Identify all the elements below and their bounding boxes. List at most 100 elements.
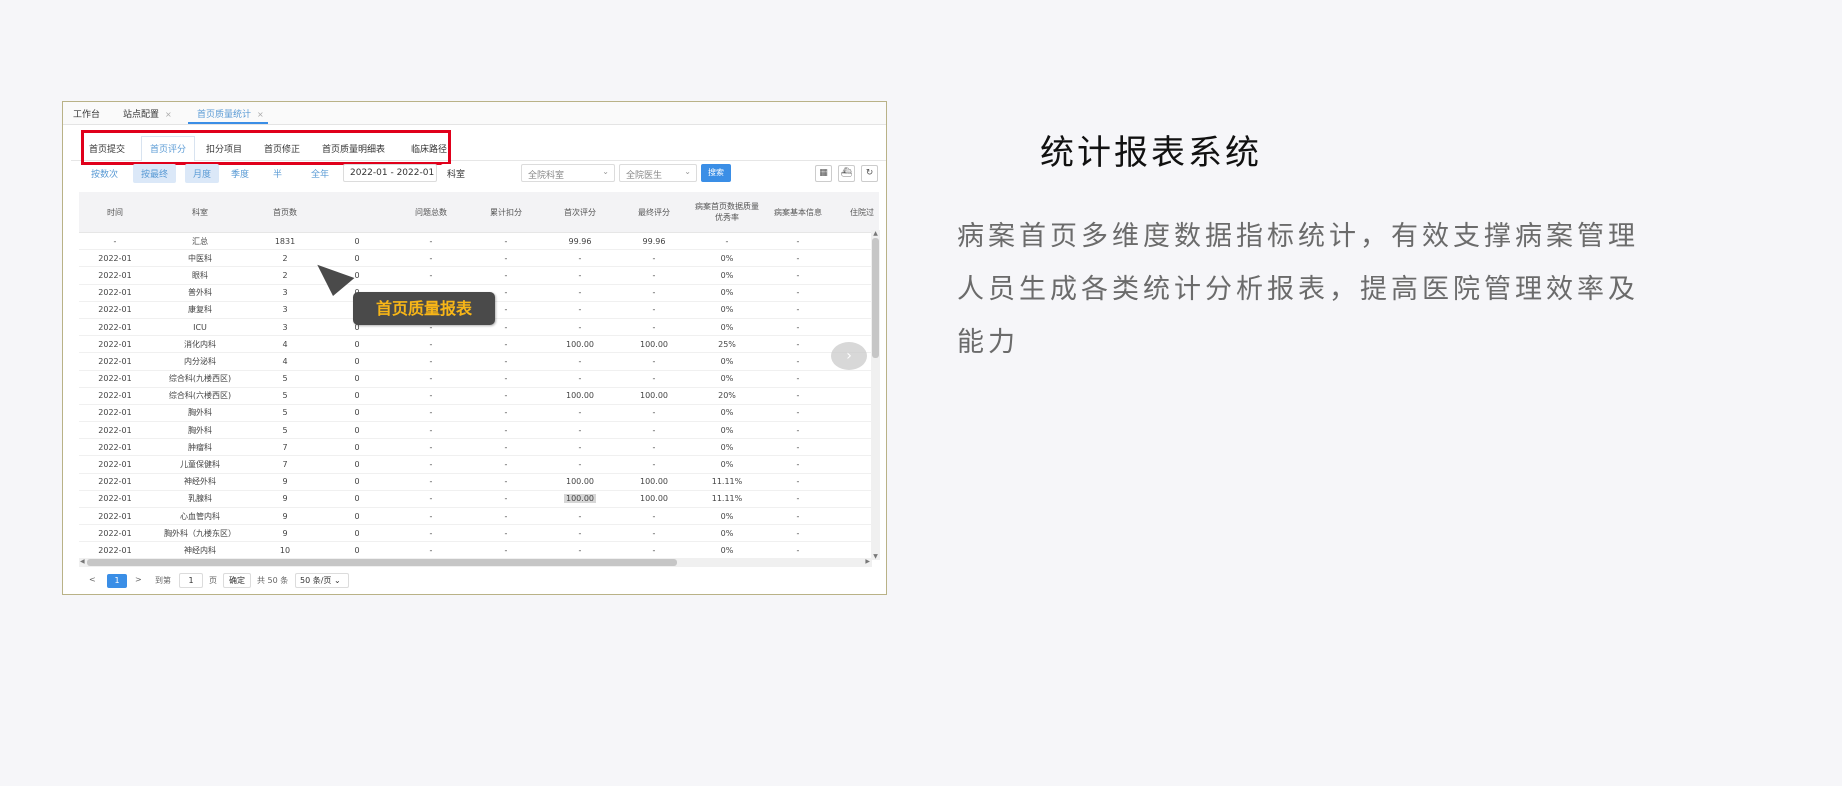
table-cell: - — [469, 541, 543, 560]
col-dept[interactable]: 科室 — [151, 192, 249, 233]
table-cell: 100.00 — [543, 335, 617, 354]
table-cell: 9 — [249, 473, 321, 491]
tab-site-config[interactable]: 站点配置 × — [123, 107, 172, 120]
tab-site-config-label: 站点配置 — [123, 110, 160, 120]
dept-select[interactable]: 全院科室 ⌄ — [521, 164, 615, 182]
table-row[interactable]: 2022-01 中医科 2 0- - - -0% - — [79, 249, 879, 268]
table-cell: 0% — [691, 524, 763, 543]
col-quality-rate[interactable]: 病案首页数据质量优秀率 — [691, 192, 763, 233]
table-cell: 0 — [321, 541, 393, 560]
col-basic-info[interactable]: 病案基本信息 — [763, 192, 833, 233]
filter-full-year[interactable]: 全年 — [311, 167, 329, 180]
table-row[interactable]: 2022-01 胸外科 5 0- - - -0% - — [79, 404, 879, 423]
col-page-count[interactable]: 首页数 — [249, 192, 321, 233]
scroll-up-icon[interactable]: ▲ — [871, 230, 880, 237]
doctor-select[interactable]: 全院医生 ⌄ — [619, 164, 697, 182]
scroll-right-icon[interactable]: ▶ — [865, 558, 870, 565]
table-cell: - — [617, 438, 691, 457]
table-row[interactable]: 2022-01 神经外科 9 0- -100.00 100.00 11.11% - — [79, 473, 879, 491]
export-icon[interactable]: ⛴ — [838, 165, 855, 182]
scroll-down-icon[interactable]: ▼ — [871, 553, 880, 560]
table-row[interactable]: 2022-01 神经内科 10 0- - - -0% - — [79, 541, 879, 560]
filter-half-year[interactable]: 半 — [273, 167, 282, 180]
filter-quarter[interactable]: 季度 — [231, 167, 249, 180]
active-tab-underline — [188, 122, 268, 124]
total-count: 共 50 条 — [257, 576, 289, 585]
table-cell: 5 — [249, 404, 321, 423]
filter-by-count[interactable]: 按数次 — [91, 167, 118, 180]
table-cell: - — [469, 455, 543, 474]
horizontal-scrollbar[interactable]: ◀ ▶ — [79, 558, 872, 567]
table-row[interactable]: 2022-01 综合科(九楼西区) 5 0- - - -0% - — [79, 370, 879, 388]
close-icon[interactable]: × — [257, 110, 264, 119]
col-time[interactable]: 时间 — [79, 192, 151, 233]
dept-label: 科室 — [447, 170, 466, 180]
table-cell: 2022-01 — [79, 524, 151, 543]
col-issue-count[interactable]: 问题总数 — [393, 192, 469, 233]
col-final-score[interactable]: 最终评分 — [617, 192, 691, 233]
table-cell: 10 — [249, 541, 321, 560]
scroll-left-icon[interactable]: ◀ — [80, 558, 85, 565]
table-cell: 0% — [691, 284, 763, 302]
scrollbar-thumb[interactable] — [872, 238, 879, 358]
table-cell: - — [469, 404, 543, 423]
table-cell: - — [617, 266, 691, 285]
table-cell: 3 — [249, 301, 321, 319]
table-cell: - — [469, 507, 543, 526]
table-row[interactable]: 2022-01 肿瘤科 7 0- - - -0% - — [79, 438, 879, 457]
filter-month[interactable]: 月度 — [185, 164, 220, 183]
search-button[interactable]: 搜索 — [701, 164, 731, 182]
confirm-button[interactable]: 确定 — [223, 573, 251, 588]
table-row[interactable]: 2022-01 乳腺科 9 0- -100.00 100.00 11.11% - — [79, 490, 879, 509]
table-row[interactable]: 2022-01 儿童保健科 7 0- - - -0% - — [79, 455, 879, 474]
page-1-button[interactable]: 1 — [107, 574, 127, 588]
table-cell: 2022-01 — [79, 370, 151, 388]
table-cell: 0% — [691, 507, 763, 526]
table-cell: - — [763, 232, 833, 251]
scrollbar-thumb[interactable] — [87, 559, 677, 566]
tab-workbench[interactable]: 工作台 — [73, 107, 100, 120]
table-row[interactable]: 2022-01 综合科(六楼西区) 5 0- -100.00 100.00 20% - — [79, 387, 879, 405]
table-cell: 11.11% — [691, 473, 763, 491]
col-inpatient[interactable]: 住院过 — [833, 192, 879, 233]
table-cell: - — [763, 335, 833, 354]
table-cell: 0% — [691, 370, 763, 388]
next-page-button[interactable]: > — [135, 575, 142, 584]
table-row[interactable]: 2022-01 消化内科 4 0- -100.00 100.00 25% - — [79, 335, 879, 354]
filter-by-discharge[interactable]: 按最终 — [133, 164, 177, 183]
table-cell: 0 — [321, 490, 393, 509]
table-row[interactable]: 2022-01 眼科 2 0- - - -0% - — [79, 266, 879, 285]
grid-icon[interactable]: ▦ — [815, 165, 832, 182]
table-row[interactable]: 2022-01 胸外科（九楼东区） 9 0- - - -0% - — [79, 524, 879, 543]
table-cell: 0 — [321, 232, 393, 251]
table-cell: - — [763, 404, 833, 423]
table-row[interactable]: 2022-01 胸外科 5 0- - - -0% - — [79, 421, 879, 440]
table-row[interactable]: - 汇总 1831 0- -99.96 99.96- - — [79, 232, 879, 251]
dept-select-value: 全院科室 — [528, 171, 565, 181]
page-number-input[interactable]: 1 — [179, 573, 203, 588]
table-cell: 0% — [691, 352, 763, 371]
refresh-icon[interactable]: ↻ — [861, 165, 878, 182]
table-row[interactable]: 2022-01 心血管内科 9 0- - - -0% - — [79, 507, 879, 526]
prev-page-button[interactable]: < — [89, 575, 96, 584]
table-cell: - — [543, 524, 617, 543]
table-cell: - — [393, 473, 469, 491]
page-size-select[interactable]: 50 条/页 ⌄ — [295, 573, 349, 588]
table-cell: ICU — [151, 318, 249, 337]
close-icon[interactable]: × — [165, 110, 172, 119]
date-range-input[interactable]: 2022-01 - 2022-01 — [343, 164, 437, 182]
col-total-deduction[interactable]: 累计扣分 — [469, 192, 543, 233]
table-cell: 0 — [321, 335, 393, 354]
table-row[interactable]: 2022-01 内分泌科 4 0- - - -0% - — [79, 352, 879, 371]
table-cell: 4 — [249, 352, 321, 371]
page-unit-label: 页 — [209, 576, 217, 585]
table-cell: - — [393, 541, 469, 560]
chevron-right-icon[interactable]: › — [831, 342, 867, 370]
table-cell: 0 — [321, 473, 393, 491]
col-first-score[interactable]: 首次评分 — [543, 192, 617, 233]
table-cell: - — [763, 507, 833, 526]
tab-quality-stats[interactable]: 首页质量统计 × — [197, 107, 264, 120]
table-cell: 0 — [321, 387, 393, 405]
table-cell: - — [543, 404, 617, 423]
vertical-scrollbar[interactable]: ▲ ▼ — [871, 230, 880, 560]
